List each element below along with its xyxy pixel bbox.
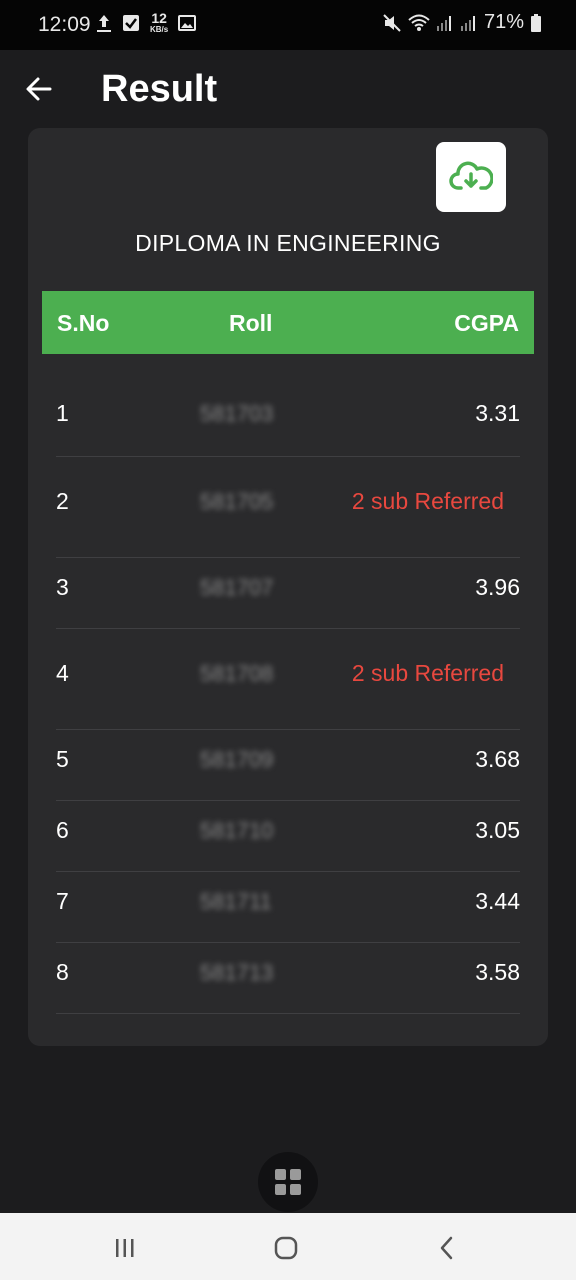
image-icon	[178, 15, 197, 31]
upload-icon	[97, 15, 111, 32]
row-referred-status: 2 sub Referred	[351, 488, 504, 514]
row-cgpa: 3.31	[475, 400, 520, 426]
header-roll: Roll	[229, 310, 273, 336]
nav-back-button[interactable]	[432, 1233, 462, 1263]
chevron-left-icon	[440, 1236, 453, 1260]
row-cgpa: 3.58	[475, 959, 520, 985]
row-sno: 7	[56, 888, 69, 914]
back-button[interactable]	[24, 74, 54, 104]
table-row: 8 581713 3.58	[56, 943, 520, 1014]
signal-icon	[436, 15, 451, 31]
status-time: 12:09	[38, 13, 91, 36]
row-roll: 581708	[200, 661, 274, 686]
app-bar: Result	[0, 50, 576, 128]
table-row: 6 581710 3.05	[56, 801, 520, 872]
header-cgpa: CGPA	[454, 310, 519, 336]
cloud-download-icon	[449, 161, 493, 190]
row-sno: 5	[56, 746, 69, 772]
row-cgpa: 3.05	[475, 817, 520, 843]
table-row: 5 581709 3.68	[56, 730, 520, 801]
row-cgpa: 3.96	[475, 574, 520, 600]
row-roll: 581713	[200, 960, 274, 985]
row-roll: 581709	[200, 747, 274, 772]
table-header: S.No Roll CGPA	[42, 291, 534, 354]
row-cgpa: 3.68	[475, 746, 520, 772]
row-sno: 1	[56, 400, 69, 426]
row-referred-status: 2 sub Referred	[351, 660, 504, 686]
row-sno: 4	[56, 660, 69, 686]
table-row: 4 581708 2 sub Referred	[56, 629, 520, 730]
course-title: DIPLOMA IN ENGINEERING	[135, 230, 441, 256]
row-sno: 3	[56, 574, 69, 600]
row-roll: 581703	[200, 401, 274, 426]
nav-recent-apps-button[interactable]	[110, 1233, 140, 1263]
network-speed: 12 KB/s	[150, 10, 169, 34]
nav-home-button[interactable]	[271, 1233, 301, 1263]
battery-icon	[531, 13, 541, 32]
wifi-icon	[408, 14, 430, 31]
battery-percent: 71%	[483, 11, 524, 33]
row-roll: 581707	[200, 575, 274, 600]
row-roll: 581710	[200, 818, 274, 843]
table-row: 3 581707 3.96	[56, 558, 520, 629]
row-sno: 6	[56, 817, 69, 843]
table-row: 7 581711 3.44	[56, 872, 520, 943]
home-icon	[274, 1236, 298, 1260]
status-system: 71%	[382, 11, 542, 34]
status-notifications: 12 KB/s	[96, 10, 197, 34]
download-button[interactable]	[436, 142, 506, 212]
page-title: Result	[101, 68, 218, 110]
result-card: DIPLOMA IN ENGINEERING S.No Roll CGPA 1 …	[28, 128, 548, 1046]
checkbox-icon	[123, 15, 139, 31]
signal-icon-2	[460, 15, 475, 31]
table-row: 1 581703 3.31	[56, 354, 520, 457]
row-sno: 2	[56, 488, 69, 514]
mute-icon	[383, 13, 401, 32]
arrow-left-icon	[26, 77, 52, 101]
row-roll: 581711	[200, 889, 272, 914]
system-nav-bar	[0, 1213, 576, 1280]
row-cgpa: 3.44	[475, 888, 520, 914]
table-row: 2 581705 2 sub Referred	[56, 457, 520, 558]
row-roll: 581705	[200, 489, 274, 514]
row-sno: 8	[56, 959, 69, 985]
result-table: 1 581703 3.31 2 581705 2 sub Referred 3 …	[56, 354, 520, 1014]
header-sno: S.No	[57, 310, 110, 336]
grid-menu-button[interactable]	[258, 1152, 318, 1212]
grid-icon	[275, 1169, 301, 1195]
recent-apps-icon	[116, 1239, 134, 1257]
status-bar: 12:09 12 KB/s 71%	[0, 0, 576, 50]
